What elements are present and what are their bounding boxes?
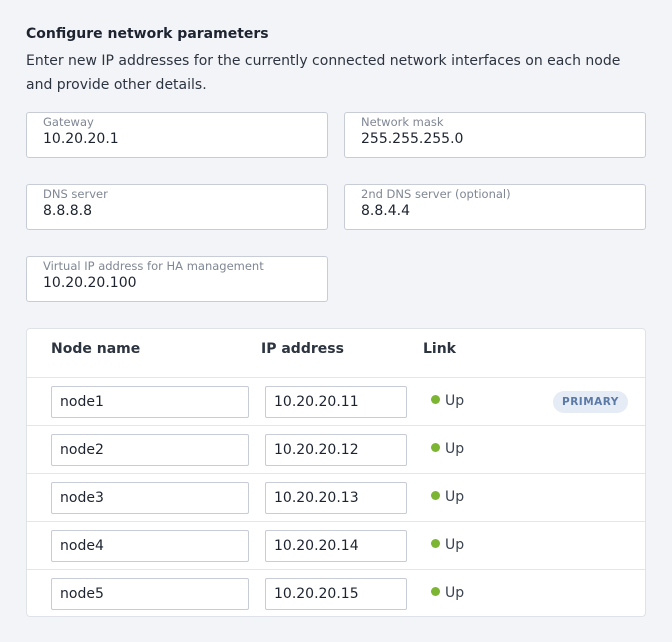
netmask-input[interactable] xyxy=(361,131,621,147)
gateway-label: Gateway xyxy=(43,115,94,129)
page-description: Enter new IP addresses for the currently… xyxy=(26,53,621,93)
table-row: Up xyxy=(27,569,645,617)
status-dot-icon xyxy=(431,491,440,500)
column-header-link: Link xyxy=(423,341,456,357)
link-status: Up xyxy=(431,441,464,457)
link-status: Up xyxy=(431,489,464,505)
network-config-panel: Configure network parameters Enter new I… xyxy=(0,0,672,642)
link-status-text: Up xyxy=(445,489,465,505)
link-status-text: Up xyxy=(445,537,465,553)
dns2-label: 2nd DNS server (optional) xyxy=(361,187,511,201)
node-name-input[interactable] xyxy=(51,578,249,610)
node-name-input[interactable] xyxy=(51,434,249,466)
table-row: Up xyxy=(27,425,645,473)
dns-field[interactable]: DNS server xyxy=(26,184,328,230)
column-header-ip-address: IP address xyxy=(261,341,344,357)
node-name-input[interactable] xyxy=(51,530,249,562)
gateway-input[interactable] xyxy=(43,131,303,147)
dns-input[interactable] xyxy=(43,203,303,219)
gateway-field[interactable]: Gateway xyxy=(26,112,328,158)
node-name-input[interactable] xyxy=(51,482,249,514)
nodes-table: Node name IP address Link Up PRIMARY Up … xyxy=(26,328,646,617)
node-ip-input[interactable] xyxy=(265,434,407,466)
node-ip-input[interactable] xyxy=(265,530,407,562)
status-dot-icon xyxy=(431,539,440,548)
table-row: Up xyxy=(27,521,645,569)
link-status: Up xyxy=(431,393,464,409)
status-dot-icon xyxy=(431,395,440,404)
page-title: Configure network parameters xyxy=(26,26,269,42)
node-ip-input[interactable] xyxy=(265,578,407,610)
status-dot-icon xyxy=(431,587,440,596)
netmask-label: Network mask xyxy=(361,115,444,129)
primary-badge: PRIMARY xyxy=(553,391,628,413)
node-ip-input[interactable] xyxy=(265,482,407,514)
dns-label: DNS server xyxy=(43,187,108,201)
node-ip-input[interactable] xyxy=(265,386,407,418)
virtual-ip-field[interactable]: Virtual IP address for HA management xyxy=(26,256,328,302)
link-status: Up xyxy=(431,585,464,601)
link-status-text: Up xyxy=(445,441,465,457)
status-dot-icon xyxy=(431,443,440,452)
table-row: Up PRIMARY xyxy=(27,377,645,425)
link-status-text: Up xyxy=(445,393,465,409)
dns2-input[interactable] xyxy=(361,203,621,219)
link-status: Up xyxy=(431,537,464,553)
virtual-ip-input[interactable] xyxy=(43,275,303,291)
dns2-field[interactable]: 2nd DNS server (optional) xyxy=(344,184,646,230)
link-status-text: Up xyxy=(445,585,465,601)
column-header-node-name: Node name xyxy=(51,341,141,357)
table-row: Up xyxy=(27,473,645,521)
node-name-input[interactable] xyxy=(51,386,249,418)
virtual-ip-label: Virtual IP address for HA management xyxy=(43,259,264,273)
netmask-field[interactable]: Network mask xyxy=(344,112,646,158)
